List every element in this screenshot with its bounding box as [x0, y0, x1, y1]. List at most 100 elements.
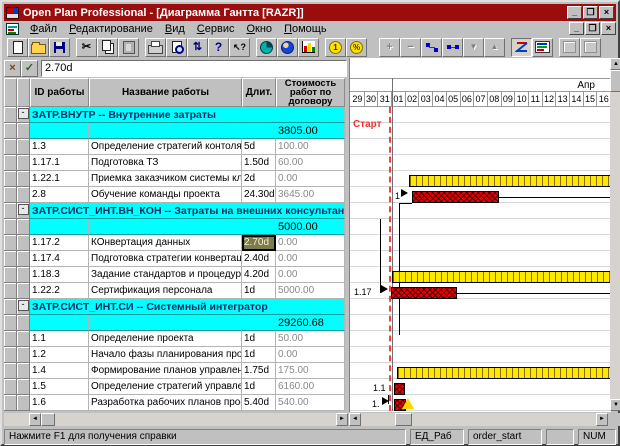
- task-id-cell[interactable]: 1.22.2: [30, 283, 89, 299]
- row-selector-cell[interactable]: [4, 107, 17, 123]
- task-id-cell[interactable]: 1.6: [30, 395, 89, 411]
- task-id-cell[interactable]: 1.17.4: [30, 251, 89, 267]
- cut-button[interactable]: ✂: [76, 38, 97, 57]
- header-duration[interactable]: Длит.: [242, 78, 276, 107]
- group-label-cell[interactable]: ЗАТР.СИСТ_ИНТ.СИ -- Системный интегратор: [30, 299, 345, 315]
- task-cost-cell[interactable]: 0.00: [276, 347, 345, 363]
- task-name-cell[interactable]: Обучение команды проекта: [89, 187, 242, 203]
- task-bar[interactable]: [394, 383, 405, 395]
- collapse-outline-button[interactable]: -: [18, 108, 29, 119]
- task-id-cell[interactable]: 1.1: [30, 331, 89, 347]
- summary-bar[interactable]: [409, 175, 611, 187]
- edit-cancel-button[interactable]: ×: [4, 60, 21, 77]
- gantt-horizontal-scrollbar[interactable]: ◄ ►: [349, 413, 608, 426]
- task-id-cell[interactable]: 1.2: [30, 347, 89, 363]
- restore-button[interactable]: ❐: [583, 6, 598, 19]
- summary-cost-cell[interactable]: 5000.00: [276, 219, 345, 235]
- histogram-button[interactable]: [298, 38, 319, 57]
- task-duration-cell[interactable]: 24.30d: [242, 187, 276, 203]
- row-selector-cell[interactable]: [4, 219, 17, 235]
- summary-bar[interactable]: [392, 271, 611, 283]
- task-duration-cell[interactable]: 5d: [242, 139, 276, 155]
- task-duration-cell[interactable]: 5.40d: [242, 395, 276, 411]
- row-selector-cell[interactable]: [4, 363, 17, 379]
- task-id-cell[interactable]: 1.17.2: [30, 235, 89, 251]
- task-bar[interactable]: [412, 191, 499, 203]
- row-selector-cell[interactable]: [4, 171, 17, 187]
- row-selector-cell[interactable]: [4, 251, 17, 267]
- view-settings-button[interactable]: [532, 38, 553, 57]
- selected-duration-cell[interactable]: 2.70d: [242, 235, 276, 251]
- task-name-cell[interactable]: Начало фазы планирования проекта: [89, 347, 242, 363]
- scroll-right-button[interactable]: ►: [596, 413, 608, 426]
- resource-analysis-button[interactable]: [277, 38, 298, 57]
- menu-file[interactable]: Файл: [24, 22, 63, 36]
- scroll-up-button[interactable]: ▲: [610, 58, 620, 70]
- update-data-button[interactable]: ⇅: [187, 38, 208, 57]
- child-minimize-button[interactable]: _: [569, 22, 584, 35]
- help-button[interactable]: ?: [208, 38, 229, 57]
- menu-window[interactable]: Окно: [240, 22, 278, 36]
- task-cost-cell[interactable]: 3645.00: [276, 187, 345, 203]
- gantt-chart-pane[interactable]: Апр 293031010203040506070809101112131415…: [349, 58, 611, 412]
- task-cost-cell[interactable]: 100.00: [276, 139, 345, 155]
- save-button[interactable]: [49, 38, 70, 57]
- horizontal-scroll-thumb[interactable]: [395, 413, 412, 426]
- task-bar[interactable]: [391, 287, 457, 299]
- task-cost-cell[interactable]: 0.00: [276, 171, 345, 187]
- scroll-left-button[interactable]: ◄: [349, 413, 361, 426]
- row-selector-cell[interactable]: [4, 347, 17, 363]
- minimize-button[interactable]: _: [567, 6, 582, 19]
- summary-cost-cell[interactable]: 3805.00: [276, 123, 345, 139]
- task-id-cell[interactable]: 1.5: [30, 379, 89, 395]
- task-name-cell[interactable]: Определение стратегий контоля и отч: [89, 139, 242, 155]
- task-cost-cell[interactable]: 5000.00: [276, 283, 345, 299]
- close-button[interactable]: ×: [599, 6, 614, 19]
- context-help-button[interactable]: ↖?: [229, 38, 250, 57]
- print-preview-button[interactable]: [166, 38, 187, 57]
- horizontal-scroll-thumb[interactable]: [41, 413, 55, 426]
- scroll-down-button[interactable]: ▼: [610, 399, 620, 411]
- task-name-cell[interactable]: Подготовка стратегии конвертации: [89, 251, 242, 267]
- task-name-cell[interactable]: Подготовка ТЗ: [89, 155, 242, 171]
- task-cost-cell[interactable]: 540.00: [276, 395, 345, 411]
- menu-edit[interactable]: Редактирование: [63, 22, 159, 36]
- row-selector-cell[interactable]: [4, 203, 17, 219]
- collapse-outline-button[interactable]: -: [18, 204, 29, 215]
- edit-accept-button[interactable]: ✓: [21, 60, 38, 77]
- task-duration-cell[interactable]: 1d: [242, 283, 276, 299]
- open-button[interactable]: [28, 38, 49, 57]
- task-name-cell[interactable]: Приемка заказчиком системы клиент: [89, 171, 242, 187]
- group-label-cell[interactable]: ЗАТР.СИСТ_ИНТ.ВН_КОН -- Затраты на внешн…: [30, 203, 345, 219]
- vertical-scrollbar[interactable]: ▲ ▼: [610, 58, 620, 411]
- group-label-cell[interactable]: ЗАТР.ВНУТР -- Внутренние затраты: [30, 107, 345, 123]
- mdi-document-icon[interactable]: [6, 23, 19, 35]
- task-name-cell[interactable]: Формирование планов управления: [89, 363, 242, 379]
- task-duration-cell[interactable]: 1.75d: [242, 363, 276, 379]
- task-duration-cell[interactable]: 2.40d: [242, 251, 276, 267]
- task-cost-cell[interactable]: 60.00: [276, 155, 345, 171]
- task-id-cell[interactable]: 1.4: [30, 363, 89, 379]
- task-duration-cell[interactable]: 1d: [242, 379, 276, 395]
- task-id-cell[interactable]: 1.18.3: [30, 267, 89, 283]
- header-name[interactable]: Название работы: [89, 78, 242, 107]
- header-cost[interactable]: Стоимость работ по договору: [276, 78, 345, 107]
- summary-bar[interactable]: [397, 367, 611, 379]
- scroll-left-button[interactable]: ◄: [29, 413, 41, 426]
- link-mode-button[interactable]: [511, 38, 532, 57]
- row-selector-cell[interactable]: [4, 235, 17, 251]
- row-selector-cell[interactable]: [4, 187, 17, 203]
- row-selector-cell[interactable]: [4, 155, 17, 171]
- row-selector-cell[interactable]: [4, 395, 17, 411]
- copy-button[interactable]: [97, 38, 118, 57]
- summary-cost-cell[interactable]: 29260.68: [276, 315, 345, 331]
- cell-edit-input[interactable]: [41, 60, 347, 77]
- cost-percent-button[interactable]: %: [346, 38, 367, 57]
- task-name-cell[interactable]: Разработка рабочих планов проекта: [89, 395, 242, 411]
- print-button[interactable]: [145, 38, 166, 57]
- task-name-cell[interactable]: КОнвертация данных: [89, 235, 242, 251]
- task-name-cell[interactable]: Сертификация персонала: [89, 283, 242, 299]
- task-cost-cell[interactable]: 50.00: [276, 331, 345, 347]
- child-close-button[interactable]: ×: [601, 22, 616, 35]
- expand-network-button[interactable]: [421, 38, 442, 57]
